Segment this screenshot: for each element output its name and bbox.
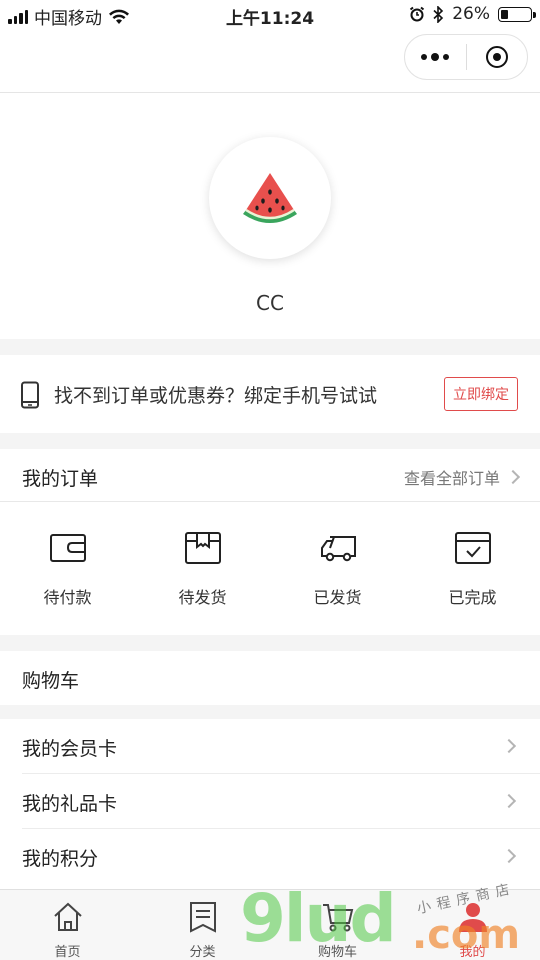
watermelon-icon [243, 173, 297, 223]
chevron-right-icon [501, 738, 517, 754]
view-all-orders-label: 查看全部订单 [403, 469, 500, 488]
cart-row[interactable]: 购物车 [0, 651, 540, 705]
order-status-pending-payment[interactable]: 待付款 [0, 502, 135, 635]
phone-icon [21, 381, 39, 409]
tab-label: 购物车 [317, 945, 357, 960]
orders-header: 我的订单 查看全部订单 [0, 449, 540, 502]
battery-level [501, 9, 508, 19]
avatar[interactable] [209, 137, 331, 259]
alarm-icon [410, 6, 425, 22]
orders-section: 我的订单 查看全部订单 待付款 待发货 已发货 已完成 [0, 449, 540, 635]
page: 中国移动 上午11:24 26% CC 找不到订单或优惠券？绑定手机号试试 立即… [0, 0, 540, 960]
chevron-right-icon [505, 469, 521, 485]
status-right: 26% [409, 4, 536, 24]
tab-cart[interactable]: 购物车 [270, 890, 405, 960]
tab-home[interactable]: 首页 [0, 890, 135, 960]
bind-now-button[interactable]: 立即绑定 [444, 377, 518, 411]
order-status-label: 已完成 [448, 588, 497, 607]
menu-item-label: 我的礼品卡 [22, 793, 118, 815]
status-bar: 中国移动 上午11:24 26% [0, 0, 540, 30]
tab-category[interactable]: 分类 [135, 890, 270, 960]
order-status-list: 待付款 待发货 已发货 已完成 [0, 502, 540, 635]
battery-icon [498, 6, 536, 22]
order-status-shipped[interactable]: 已发货 [270, 502, 405, 635]
close-target-icon [485, 46, 508, 68]
truck-icon [320, 536, 356, 562]
order-status-label: 待付款 [43, 588, 92, 607]
menu-item-member-card[interactable]: 我的会员卡 [22, 719, 540, 774]
completed-box-icon [454, 532, 491, 564]
bluetooth-icon [433, 5, 444, 23]
account-menu: 我的会员卡 我的礼品卡 我的积分 [0, 719, 540, 889]
menu-item-label: 我的积分 [22, 848, 99, 870]
tab-label: 首页 [54, 945, 81, 960]
bind-phone-banner: 找不到订单或优惠券？绑定手机号试试 立即绑定 [0, 355, 540, 433]
nav-bar [0, 30, 540, 93]
menu-item-gift-card[interactable]: 我的礼品卡 [22, 774, 540, 829]
mini-program-capsule [404, 34, 528, 80]
tab-mine[interactable]: 我的 [405, 890, 540, 960]
menu-item-points[interactable]: 我的积分 [22, 829, 540, 884]
tab-bar: 首页 分类 购物车 我的 [0, 889, 540, 960]
cart-row-label: 购物车 [22, 670, 80, 692]
bind-phone-message: 找不到订单或优惠券？绑定手机号试试 [54, 385, 378, 407]
chevron-right-icon [501, 848, 517, 864]
cart-icon [322, 904, 353, 932]
category-icon [189, 902, 216, 933]
tab-label: 分类 [189, 945, 216, 960]
user-icon [458, 903, 487, 932]
menu-item-label: 我的会员卡 [22, 738, 118, 760]
close-mini-program-button[interactable] [467, 46, 528, 68]
order-status-label: 已发货 [313, 588, 362, 607]
orders-title: 我的订单 [22, 468, 99, 490]
username: CC [256, 291, 284, 315]
view-all-orders-link[interactable]: 查看全部订单 [403, 465, 521, 489]
order-status-completed[interactable]: 已完成 [405, 502, 540, 635]
order-status-label: 待发货 [178, 588, 227, 607]
home-icon [53, 902, 82, 931]
tab-label: 我的 [459, 945, 486, 960]
package-icon [184, 532, 221, 564]
wallet-icon [49, 534, 86, 562]
more-options-icon[interactable] [405, 53, 466, 61]
profile-header: CC [0, 93, 540, 339]
chevron-right-icon [501, 793, 517, 809]
order-status-pending-shipment[interactable]: 待发货 [135, 502, 270, 635]
battery-percent: 26% [452, 4, 490, 24]
